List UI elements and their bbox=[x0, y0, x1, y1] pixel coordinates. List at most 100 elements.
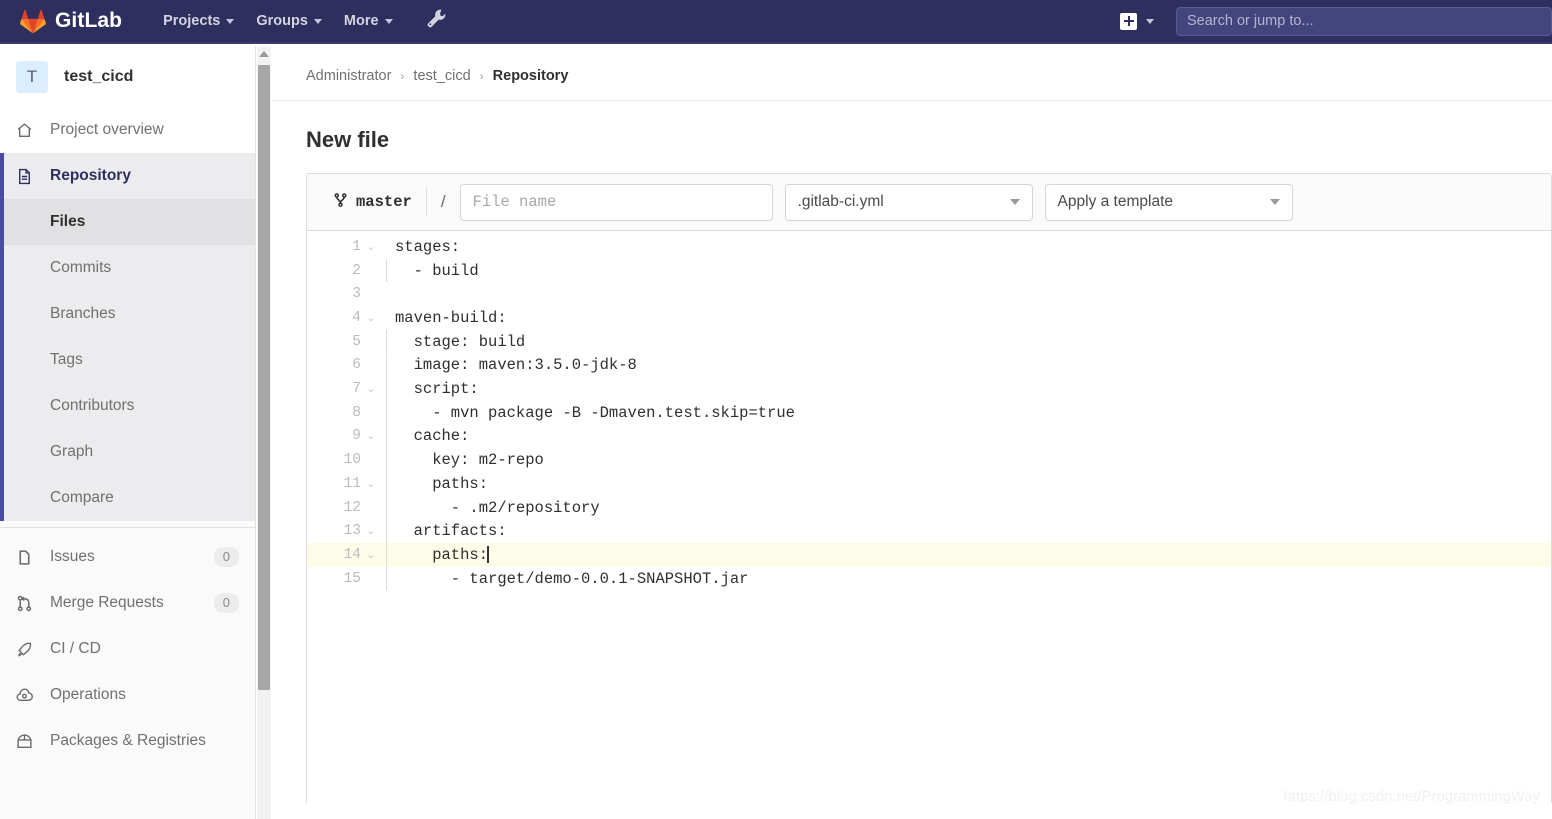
breadcrumb-item-administrator[interactable]: Administrator bbox=[306, 68, 391, 84]
project-avatar: T bbox=[16, 61, 48, 93]
issues-icon bbox=[16, 549, 42, 566]
page-title: New file bbox=[272, 101, 1552, 173]
fold-chevron-icon[interactable]: ⌄ bbox=[361, 524, 381, 538]
sidebar-subitem-compare[interactable]: Compare bbox=[0, 475, 255, 521]
code-line[interactable]: 1⌄ stages: bbox=[307, 235, 1551, 259]
sidebar-item-ci-cd[interactable]: CI / CD bbox=[0, 626, 255, 672]
code-line[interactable]: 7⌄ script: bbox=[307, 377, 1551, 401]
sidebar-subitem-tags[interactable]: Tags bbox=[0, 337, 255, 383]
template-type-value: .gitlab-ci.yml bbox=[798, 193, 884, 211]
sidebar-item-label: CI / CD bbox=[50, 640, 101, 658]
chevron-down-icon bbox=[1010, 199, 1020, 205]
new-item-dropdown[interactable] bbox=[1110, 7, 1164, 36]
code-text: paths: bbox=[391, 475, 488, 493]
code-line[interactable]: 15 - target/demo-0.0.1-SNAPSHOT.jar bbox=[307, 567, 1551, 591]
fold-chevron-icon[interactable]: ⌄ bbox=[361, 477, 381, 491]
sidebar-subitem-label: Compare bbox=[50, 489, 114, 507]
sidebar-subitem-branches[interactable]: Branches bbox=[0, 291, 255, 337]
fold-chevron-icon[interactable]: ⌄ bbox=[361, 311, 381, 325]
breadcrumb-item-test-cicd[interactable]: test_cicd bbox=[413, 68, 470, 84]
gitlab-tanuki-icon bbox=[20, 9, 46, 34]
admin-area-button[interactable] bbox=[418, 2, 455, 40]
sidebar-item-project-overview[interactable]: Project overview bbox=[0, 107, 255, 153]
merge-request-icon bbox=[16, 595, 42, 612]
fold-chevron-icon[interactable]: ⌄ bbox=[361, 382, 381, 396]
document-icon bbox=[16, 168, 42, 185]
fold-chevron-icon[interactable]: ⌄ bbox=[361, 429, 381, 443]
indent-guide bbox=[381, 519, 391, 543]
sidebar-subitem-label: Files bbox=[50, 213, 85, 231]
sidebar-item-packages-registries[interactable]: Packages & Registries bbox=[0, 718, 255, 764]
code-line[interactable]: 10 key: m2-repo bbox=[307, 448, 1551, 472]
line-number: 14 bbox=[307, 547, 361, 563]
sidebar-subitem-label: Graph bbox=[50, 443, 93, 461]
sidebar-subitem-graph[interactable]: Graph bbox=[0, 429, 255, 475]
code-line[interactable]: 5 stage: build bbox=[307, 330, 1551, 354]
scrollbar-thumb[interactable] bbox=[258, 65, 270, 690]
top-navbar: GitLab Projects Groups More bbox=[0, 0, 1552, 44]
breadcrumb-separator: › bbox=[480, 69, 484, 83]
sidebar-item-merge-requests[interactable]: Merge Requests 0 bbox=[0, 580, 255, 626]
repository-submenu: Files Commits Branches Tags Contributors… bbox=[0, 199, 255, 521]
apply-template-value: Apply a template bbox=[1058, 193, 1173, 211]
code-text: - build bbox=[391, 262, 479, 280]
code-text: stages: bbox=[391, 238, 460, 256]
code-line[interactable]: 3 bbox=[307, 282, 1551, 306]
fold-chevron-icon[interactable]: ⌄ bbox=[361, 548, 381, 562]
sidebar-subitem-label: Branches bbox=[50, 305, 115, 323]
code-line[interactable]: 8 - mvn package -B -Dmaven.test.skip=tru… bbox=[307, 401, 1551, 425]
global-search[interactable] bbox=[1176, 7, 1552, 36]
brand-label: GitLab bbox=[55, 9, 122, 33]
template-type-dropdown[interactable]: .gitlab-ci.yml bbox=[785, 184, 1033, 221]
file-name-input[interactable] bbox=[460, 184, 773, 221]
sidebar-scrollbar[interactable] bbox=[257, 46, 271, 819]
sidebar-subitem-contributors[interactable]: Contributors bbox=[0, 383, 255, 429]
sidebar-item-repository[interactable]: Repository bbox=[0, 153, 255, 199]
chevron-down-icon bbox=[385, 19, 393, 24]
sidebar-project-header[interactable]: T test_cicd bbox=[0, 46, 255, 107]
branch-selector[interactable]: master bbox=[323, 192, 426, 213]
search-input[interactable] bbox=[1187, 13, 1541, 29]
line-number: 3 bbox=[307, 286, 361, 302]
breadcrumb-separator: › bbox=[400, 69, 404, 83]
code-editor[interactable]: 1⌄stages:2 - build34⌄maven-build:5 stage… bbox=[307, 231, 1551, 803]
scroll-up-arrow-icon[interactable] bbox=[257, 46, 271, 61]
indent-guide bbox=[381, 330, 391, 354]
new-file-form: master / .gitlab-ci.yml Apply a template… bbox=[306, 173, 1552, 803]
apply-template-dropdown[interactable]: Apply a template bbox=[1045, 184, 1293, 221]
nav-more[interactable]: More bbox=[333, 7, 404, 35]
code-line[interactable]: 9⌄ cache: bbox=[307, 425, 1551, 449]
code-text: paths: bbox=[391, 546, 488, 564]
indent-guide bbox=[381, 425, 391, 449]
code-line[interactable]: 12 - .m2/repository bbox=[307, 496, 1551, 520]
code-text: - mvn package -B -Dmaven.test.skip=true bbox=[391, 404, 795, 422]
rocket-icon bbox=[16, 641, 42, 658]
nav-projects[interactable]: Projects bbox=[152, 7, 245, 35]
indent-guide bbox=[381, 306, 391, 330]
sidebar-item-issues[interactable]: Issues 0 bbox=[0, 534, 255, 580]
code-line[interactable]: 14⌄ paths: bbox=[307, 543, 1551, 567]
code-line[interactable]: 13⌄ artifacts: bbox=[307, 519, 1551, 543]
text-cursor bbox=[487, 546, 489, 563]
sidebar-subitem-files[interactable]: Files bbox=[0, 199, 255, 245]
chevron-down-icon bbox=[1270, 199, 1280, 205]
nav-more-label: More bbox=[344, 13, 379, 29]
line-number: 1 bbox=[307, 239, 361, 255]
code-line[interactable]: 6 image: maven:3.5.0-jdk-8 bbox=[307, 354, 1551, 378]
line-number: 5 bbox=[307, 334, 361, 350]
gitlab-home-link[interactable]: GitLab bbox=[0, 9, 122, 34]
code-line[interactable]: 11⌄ paths: bbox=[307, 472, 1551, 496]
code-line[interactable]: 4⌄maven-build: bbox=[307, 306, 1551, 330]
sidebar-subitem-commits[interactable]: Commits bbox=[0, 245, 255, 291]
sidebar-subitem-label: Contributors bbox=[50, 397, 134, 415]
fold-chevron-icon[interactable]: ⌄ bbox=[361, 240, 381, 254]
nav-groups[interactable]: Groups bbox=[245, 7, 333, 35]
sidebar-item-operations[interactable]: Operations bbox=[0, 672, 255, 718]
path-separator: / bbox=[427, 192, 460, 212]
sidebar-subitem-label: Tags bbox=[50, 351, 83, 369]
main-content: Administrator › test_cicd › Repository N… bbox=[272, 46, 1552, 819]
sidebar-item-label: Merge Requests bbox=[50, 594, 164, 612]
branch-icon bbox=[333, 192, 348, 213]
code-text: cache: bbox=[391, 427, 469, 445]
code-line[interactable]: 2 - build bbox=[307, 259, 1551, 283]
